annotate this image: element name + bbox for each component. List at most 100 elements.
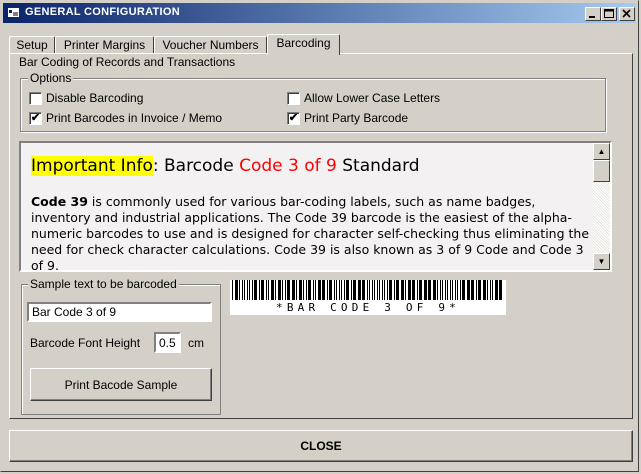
- barcode-bar: [249, 280, 250, 300]
- barcode-bar: [401, 280, 404, 300]
- barcode-bar: [358, 280, 361, 300]
- info-scrollbar[interactable]: ▲ ▼: [593, 143, 610, 270]
- barcode-bar: [462, 280, 465, 300]
- tab-printer-margins[interactable]: Printer Margins: [55, 36, 154, 54]
- barcode-bar: [379, 280, 380, 300]
- app-icon: [8, 8, 19, 17]
- tab-setup[interactable]: Setup: [9, 36, 55, 54]
- barcode-bar: [271, 280, 274, 300]
- barcode-bar: [275, 280, 276, 300]
- barcode-bar: [329, 280, 332, 300]
- barcode-bar: [327, 280, 328, 300]
- scroll-thumb[interactable]: [593, 160, 610, 182]
- close-window-button[interactable]: [619, 7, 635, 21]
- barcode-bar: [308, 280, 311, 300]
- maximize-button[interactable]: [601, 7, 617, 21]
- options-group-title: Options: [28, 71, 74, 85]
- barcode-bar: [419, 280, 422, 300]
- close-button[interactable]: CLOSE: [9, 430, 633, 462]
- barcode-bar: [346, 280, 349, 300]
- arrow-up-icon: ▲: [597, 147, 606, 156]
- barcode-bar: [353, 280, 356, 300]
- barcode-bar: [490, 280, 491, 300]
- barcode-bar: [239, 280, 240, 300]
- barcode-bar: [367, 280, 368, 300]
- barcode-bar: [442, 280, 443, 300]
- barcode-bar: [455, 280, 456, 300]
- barcode-bar: [299, 280, 302, 300]
- barcode-bar: [318, 280, 321, 300]
- barcode-bar: [259, 280, 260, 300]
- info-text-box[interactable]: Important Info: Barcode Code 3 of 9 Stan…: [19, 141, 612, 272]
- barcode-bar: [344, 280, 345, 300]
- barcode-bar: [440, 280, 441, 300]
- barcode-preview: *BAR CODE 3 OF 9*: [230, 280, 506, 315]
- barcode-bar: [369, 280, 370, 300]
- barcode-bar: [247, 280, 248, 300]
- barcode-bar: [242, 280, 243, 300]
- font-height-input[interactable]: [154, 332, 181, 353]
- print-barcode-sample-button[interactable]: Print Bacode Sample: [30, 368, 212, 401]
- barcode-bar: [377, 280, 378, 300]
- barcode-bar: [362, 280, 365, 300]
- barcode-bar: [389, 280, 392, 300]
- barcode-bar: [460, 280, 461, 300]
- font-height-unit: cm: [188, 336, 204, 350]
- disable-barcoding-label: Disable Barcoding: [46, 91, 144, 105]
- barcode-bar: [424, 280, 427, 300]
- barcode-bar: [476, 280, 477, 300]
- disable-barcoding-checkbox[interactable]: [29, 92, 42, 105]
- maximize-icon: [604, 9, 614, 18]
- barcode-bar: [244, 280, 245, 300]
- print-party-barcode-label: Print Party Barcode: [304, 111, 409, 125]
- barcode-bar: [450, 280, 451, 300]
- barcode-bars: [232, 280, 502, 300]
- barcode-bar: [285, 280, 286, 300]
- barcode-bar: [351, 280, 352, 300]
- barcode-bar: [478, 280, 481, 300]
- title-bar[interactable]: GENERAL CONFIGURATION: [3, 3, 636, 23]
- barcode-bar: [437, 280, 438, 300]
- barcode-bar: [334, 280, 335, 300]
- barcode-bar: [266, 280, 267, 300]
- barcode-bar: [282, 280, 283, 300]
- barcode-bar: [483, 280, 486, 300]
- barcode-bar: [428, 280, 431, 300]
- sample-text-input[interactable]: [27, 302, 212, 322]
- configuration-window: GENERAL CONFIGURATION Setup Printer Marg…: [0, 0, 639, 472]
- barcode-bar: [374, 280, 375, 300]
- barcode-bar: [447, 280, 448, 300]
- barcode-bar: [339, 280, 340, 300]
- barcode-bar: [487, 280, 488, 300]
- barcode-bar: [457, 280, 458, 300]
- tab-barcoding[interactable]: Barcoding: [267, 34, 340, 55]
- barcode-bar: [296, 280, 297, 300]
- tab-voucher-numbers[interactable]: Voucher Numbers: [154, 36, 267, 54]
- close-icon: [622, 9, 631, 18]
- print-party-barcode-checkbox[interactable]: ✔: [287, 112, 300, 125]
- minimize-button[interactable]: [585, 7, 601, 21]
- barcode-bar: [408, 280, 411, 300]
- barcode-bar: [313, 280, 314, 300]
- barcode-bar: [306, 280, 307, 300]
- barcode-bar: [261, 280, 264, 300]
- barcode-bar: [471, 280, 474, 300]
- barcode-bar: [394, 280, 395, 300]
- barcode-bar: [252, 280, 253, 300]
- allow-lower-case-checkbox[interactable]: [287, 92, 300, 105]
- scroll-down-button[interactable]: ▼: [593, 253, 610, 270]
- barcode-bar: [268, 280, 269, 300]
- barcode-bar: [387, 280, 388, 300]
- barcode-bar: [292, 280, 295, 300]
- print-barcodes-invoice-checkbox[interactable]: ✔: [29, 112, 42, 125]
- barcode-bar: [232, 280, 233, 300]
- barcode-bar: [322, 280, 325, 300]
- info-heading-highlight: Important Info: [31, 156, 153, 176]
- info-heading: Important Info: Barcode Code 3 of 9 Stan…: [31, 156, 420, 176]
- barcode-bar: [235, 280, 238, 300]
- barcode-bar: [278, 280, 281, 300]
- scroll-up-button[interactable]: ▲: [593, 143, 610, 160]
- minimize-icon: [589, 16, 595, 18]
- barcode-bar: [372, 280, 373, 300]
- allow-lower-case-label: Allow Lower Case Letters: [304, 91, 441, 105]
